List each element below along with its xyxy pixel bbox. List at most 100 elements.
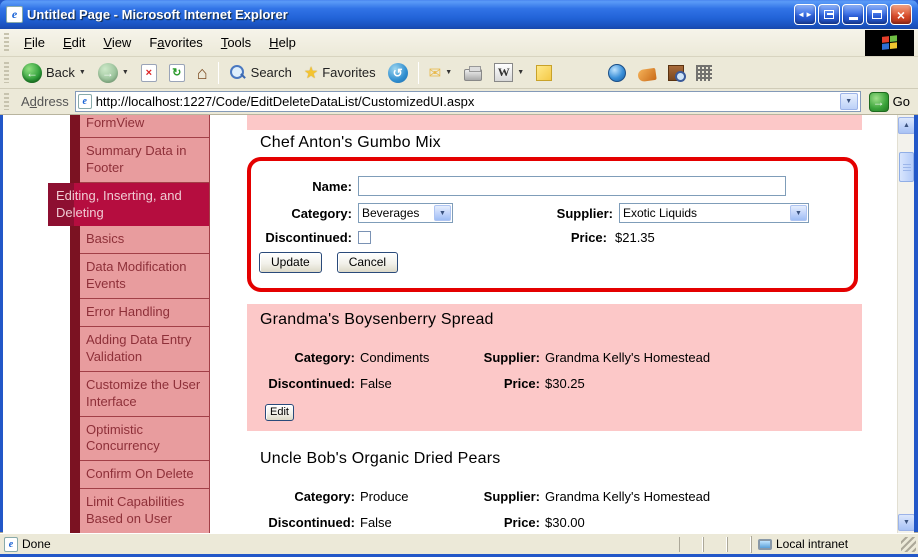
address-bar: Address e http://localhost:1227/Code/Edi… (0, 89, 918, 115)
price-value: $21.35 (615, 230, 655, 245)
notes-button[interactable] (531, 63, 557, 83)
menu-help[interactable]: Help (260, 31, 305, 54)
back-dropdown-icon[interactable]: ▼ (79, 69, 86, 76)
discontinued-value: False (360, 376, 392, 391)
history-button[interactable]: ↺ (383, 61, 413, 85)
edit-button[interactable]: Edit (265, 404, 294, 421)
scrollbar-thumb[interactable] (899, 152, 914, 182)
sidebar-item-basics[interactable]: Basics (80, 226, 210, 255)
stop-icon: × (140, 63, 157, 82)
forward-button[interactable]: → ▼ (93, 61, 134, 85)
name-label: Name: (312, 178, 352, 194)
sidebar-item-adding-data-entry-validation[interactable]: Adding Data Entry Validation (80, 327, 210, 372)
sidebar-item-summary-data-in-footer[interactable]: Summary Data in Footer (80, 137, 210, 183)
search-button[interactable]: Search (224, 62, 297, 84)
supplier-select[interactable]: Exotic Liquids ▼ (619, 203, 809, 223)
edit-with-word-button[interactable]: W ▼ (489, 61, 529, 84)
forward-dropdown-icon[interactable]: ▼ (122, 69, 129, 76)
category-select[interactable]: Beverages ▼ (358, 203, 453, 223)
menu-favorites[interactable]: Favorites (140, 31, 211, 54)
favorites-button[interactable]: ★ Favorites (299, 61, 381, 85)
favorites-star-icon: ★ (303, 64, 319, 82)
status-pane (679, 536, 703, 552)
back-icon: ← (22, 62, 42, 83)
discontinued-label: Discontinued: (265, 230, 352, 245)
back-button[interactable]: ← Back ▼ (17, 61, 91, 85)
refresh-button[interactable]: ↻ (164, 62, 190, 84)
sidebar-item-error-handling[interactable]: Error Handling (80, 299, 210, 328)
minimize-button[interactable] (842, 4, 864, 25)
address-field[interactable]: e http://localhost:1227/Code/EditDeleteD… (74, 91, 861, 112)
url-text[interactable]: http://localhost:1227/Code/EditDeleteDat… (96, 94, 836, 109)
category-value: Produce (360, 489, 409, 504)
ie-app-icon: e (6, 6, 23, 23)
status-pane (727, 536, 751, 552)
price-value: $30.00 (545, 515, 585, 530)
address-dropdown-button[interactable]: ▼ (839, 93, 858, 110)
home-button[interactable]: ⌂ (192, 62, 213, 84)
supplier-value: Grandma Kelly's Homestead (545, 489, 711, 504)
menu-tools[interactable]: Tools (212, 31, 260, 54)
sidebar-item-customize-the-user-interface[interactable]: Customize the User Interface (80, 371, 210, 417)
mail-button[interactable]: ✉ ▼ (424, 62, 458, 84)
security-zone: Local intranet (751, 535, 899, 553)
vertical-scrollbar[interactable]: ▲ ▼ (897, 115, 914, 533)
intranet-zone-icon (758, 538, 772, 550)
product-section-grandmas: Grandma's Boysenberry Spread Category: C… (247, 304, 862, 431)
sidebar-item-optimistic-concurrency[interactable]: Optimistic Concurrency (80, 416, 210, 462)
menu-file[interactable]: File (15, 31, 54, 54)
menu-view[interactable]: View (94, 31, 140, 54)
quickcode-button[interactable] (691, 63, 717, 83)
research-icon (668, 64, 687, 82)
chevron-down-icon[interactable]: ▼ (790, 205, 807, 221)
supplier-value: Grandma Kelly's Homestead (545, 350, 711, 365)
addon-button[interactable] (633, 63, 661, 83)
sidebar-item-editing-inserting-deleting[interactable]: Editing, Inserting, and Deleting (48, 182, 210, 227)
menu-edit[interactable]: Edit (54, 31, 94, 54)
addon-icon (637, 67, 657, 82)
close-button[interactable]: × (890, 4, 912, 25)
toolbar-grip[interactable] (4, 61, 9, 84)
supplier-label: Supplier: (483, 489, 540, 504)
menu-grip[interactable] (4, 33, 9, 52)
previous-item-sliver (247, 115, 862, 130)
chevron-down-icon[interactable]: ▼ (434, 205, 451, 221)
refresh-icon: ↻ (168, 63, 185, 82)
restore-pair-button[interactable]: ◄► (794, 4, 816, 25)
status-bar: e Done Local intranet (0, 533, 918, 554)
word-dropdown-icon[interactable]: ▼ (517, 69, 524, 76)
sidebar-item-formview[interactable]: FormView (80, 115, 210, 138)
discontinued-checkbox[interactable] (358, 231, 371, 244)
status-text: Done (22, 537, 51, 551)
scroll-down-button[interactable]: ▼ (898, 514, 914, 531)
product-section-uncle-bobs: Uncle Bob's Organic Dried Pears Category… (247, 443, 862, 533)
mail-dropdown-icon[interactable]: ▼ (445, 69, 452, 76)
name-input[interactable] (358, 176, 786, 196)
word-icon: W (494, 63, 514, 82)
sidebar-item-limit-capabilities[interactable]: Limit Capabilities Based on User (80, 489, 210, 533)
minimize-icon (848, 17, 858, 20)
discontinued-label: Discontinued: (268, 515, 355, 530)
resize-grip[interactable] (901, 536, 916, 552)
scroll-up-button[interactable]: ▲ (898, 117, 914, 134)
forward-icon: → (97, 62, 118, 83)
pop-out-button[interactable] (818, 4, 840, 25)
address-grip[interactable] (4, 92, 9, 111)
discontinued-value: False (360, 515, 392, 530)
stop-button[interactable]: × (136, 62, 162, 84)
maximize-button[interactable] (866, 4, 888, 25)
search-icon (229, 64, 247, 82)
menu-bar: File Edit View Favorites Tools Help (0, 29, 918, 57)
sidebar-item-confirm-on-delete[interactable]: Confirm On Delete (80, 461, 210, 490)
cancel-button[interactable]: Cancel (336, 252, 399, 273)
go-button[interactable]: → Go (865, 91, 914, 112)
research-button[interactable] (663, 63, 689, 83)
print-button[interactable] (459, 63, 487, 83)
sidebar-nav: FormView Summary Data in Footer Editing,… (48, 115, 210, 533)
product-title-editing: Chef Anton's Gumbo Mix (260, 134, 441, 151)
messenger-button[interactable] (603, 62, 631, 84)
update-button[interactable]: Update (259, 252, 322, 273)
windows-flag-icon (881, 35, 898, 51)
sidebar-item-data-modification-events[interactable]: Data Modification Events (80, 254, 210, 300)
print-icon (464, 65, 483, 81)
